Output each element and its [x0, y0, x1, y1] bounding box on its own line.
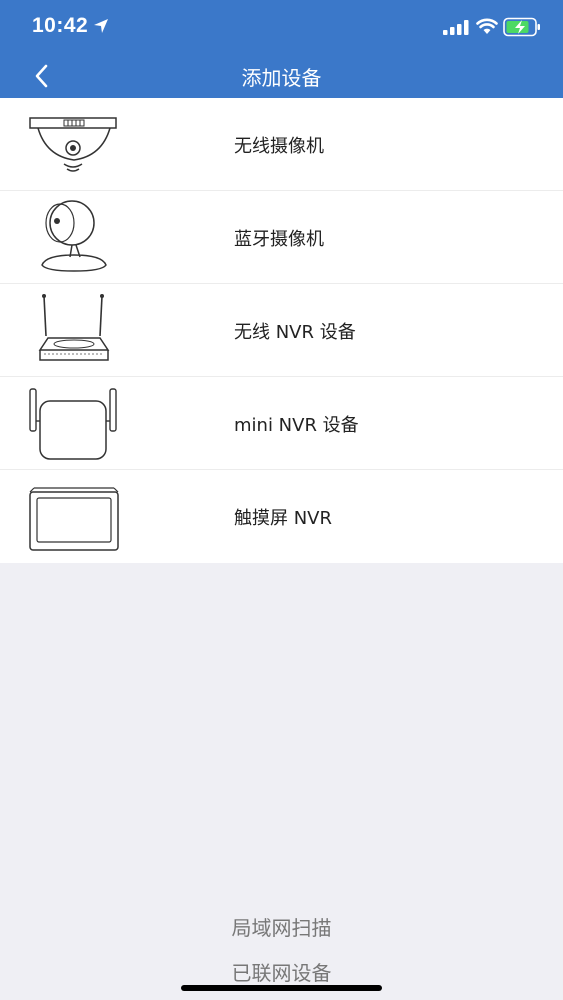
device-item-touchscreen-nvr[interactable]: 触摸屏 NVR [0, 470, 563, 563]
device-label: 触摸屏 NVR [234, 508, 333, 529]
cellular-signal-icon [443, 20, 469, 35]
wireless-ceiling-camera-icon [29, 117, 117, 172]
device-item-mini-nvr[interactable]: mini NVR 设备 [0, 377, 563, 470]
device-list: 无线摄像机 蓝牙摄像机 无线 NVR 设备 mini NVR 设备 触摸屏 NV… [0, 98, 563, 563]
device-label: 蓝牙摄像机 [234, 229, 324, 250]
status-time: 10:42 [32, 14, 89, 37]
device-label: 无线摄像机 [234, 136, 324, 157]
status-bar: 10:42 [0, 0, 563, 54]
device-label: 无线 NVR 设备 [234, 322, 356, 343]
location-arrow-icon [94, 19, 108, 33]
lan-scan-link[interactable]: 局域网扫描 [0, 912, 563, 941]
device-item-wireless-camera[interactable]: 无线摄像机 [0, 98, 563, 191]
connected-devices-link[interactable]: 已联网设备 [0, 957, 563, 986]
touchscreen-nvr-icon [29, 487, 119, 551]
mini-nvr-icon [29, 388, 117, 460]
device-label: mini NVR 设备 [234, 415, 359, 436]
device-item-wireless-nvr[interactable]: 无线 NVR 设备 [0, 284, 563, 377]
wifi-icon [476, 18, 498, 34]
page-title: 添加设备 [241, 66, 322, 90]
header: 10:42 添加设备 [0, 0, 563, 98]
wireless-nvr-icon [38, 294, 110, 361]
home-indicator [181, 985, 382, 991]
bluetooth-camera-icon [41, 200, 107, 272]
device-item-bluetooth-camera[interactable]: 蓝牙摄像机 [0, 191, 563, 284]
nav-bar: 添加设备 [0, 54, 563, 98]
battery-charging-icon [503, 17, 540, 37]
